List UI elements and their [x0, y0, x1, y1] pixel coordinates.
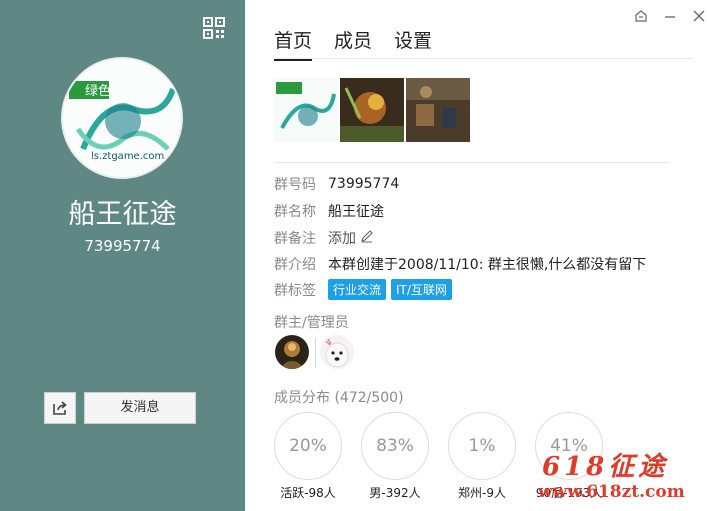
share-icon [53, 401, 67, 415]
watermark-url: www.618zt.com [538, 482, 685, 502]
admin-avatar[interactable] [320, 335, 354, 369]
edit-pencil-icon[interactable] [360, 229, 374, 247]
group-id-value: 73995774 [328, 176, 400, 192]
members-title: 成员分布 (472/500) [274, 387, 404, 407]
tab-bar: 首页 成员 设置 [274, 26, 432, 61]
label: 群备注 [274, 231, 316, 247]
add-remark-link[interactable]: 添加 [328, 228, 356, 248]
left-panel: 绿色 ls.ztgame.com 船王征途 73995774 发消息 [0, 0, 245, 511]
stat-label-active: 活跃-98人 [280, 486, 336, 500]
stat-label-male: 男-392人 [369, 486, 421, 500]
group-tag[interactable]: 行业交流 [328, 279, 387, 300]
stat-circle-male[interactable]: 83% [361, 412, 429, 480]
label: 群标签 [274, 282, 316, 299]
group-photo[interactable] [274, 78, 338, 142]
group-photo[interactable] [340, 78, 404, 142]
group-tag[interactable]: IT/互联网 [391, 279, 452, 300]
group-avatar[interactable]: 绿色 ls.ztgame.com [61, 57, 183, 179]
tab-home[interactable]: 首页 [274, 26, 313, 61]
avatar-caption: ls.ztgame.com [91, 151, 164, 162]
svg-text:绿色: 绿色 [85, 83, 111, 99]
label: 群名称 [274, 204, 316, 220]
tab-divider [274, 58, 692, 59]
owner-avatar[interactable] [275, 335, 309, 369]
label: 群介绍 [274, 257, 316, 273]
stat-circle-active[interactable]: 20% [274, 412, 342, 480]
section-divider [274, 162, 670, 163]
group-id-display: 73995774 [84, 237, 161, 255]
group-intro-value: 本群创建于2008/11/10: 群主很懒,什么都没有留下 [328, 257, 647, 273]
group-photo[interactable] [406, 78, 470, 142]
info-group-tags: 群标签 行业交流 IT/互联网 [274, 279, 457, 300]
group-name-title: 船王征途 [68, 199, 177, 230]
members-count: (472/500) [334, 390, 404, 406]
admin-separator [315, 338, 316, 368]
members-title-text: 成员分布 [274, 390, 330, 406]
label: 群号码 [274, 177, 316, 193]
info-group-remark: 群备注 添加 [274, 228, 374, 248]
send-message-button[interactable]: 发消息 [84, 392, 196, 424]
close-icon[interactable] [692, 8, 706, 22]
share-button[interactable] [44, 392, 76, 424]
group-name-value: 船王征途 [328, 204, 384, 220]
stat-circle-city[interactable]: 1% [448, 412, 516, 480]
group-photos [274, 78, 470, 142]
skin-icon[interactable] [634, 8, 648, 22]
info-group-id: 群号码 73995774 [274, 174, 399, 194]
stat-label-city: 郑州-9人 [458, 486, 506, 500]
qr-code-icon[interactable] [203, 17, 225, 39]
site-watermark: 618征途 www.618zt.com [532, 442, 707, 511]
admins-title: 群主/管理员 [274, 315, 349, 331]
info-group-intro: 群介绍 本群创建于2008/11/10: 群主很懒,什么都没有留下 [274, 254, 646, 274]
tab-members[interactable]: 成员 [334, 26, 372, 61]
info-group-name: 群名称 船王征途 [274, 201, 384, 221]
watermark-title: 618征途 [542, 452, 669, 482]
tab-settings[interactable]: 设置 [394, 26, 432, 61]
minimize-icon[interactable] [663, 8, 677, 22]
